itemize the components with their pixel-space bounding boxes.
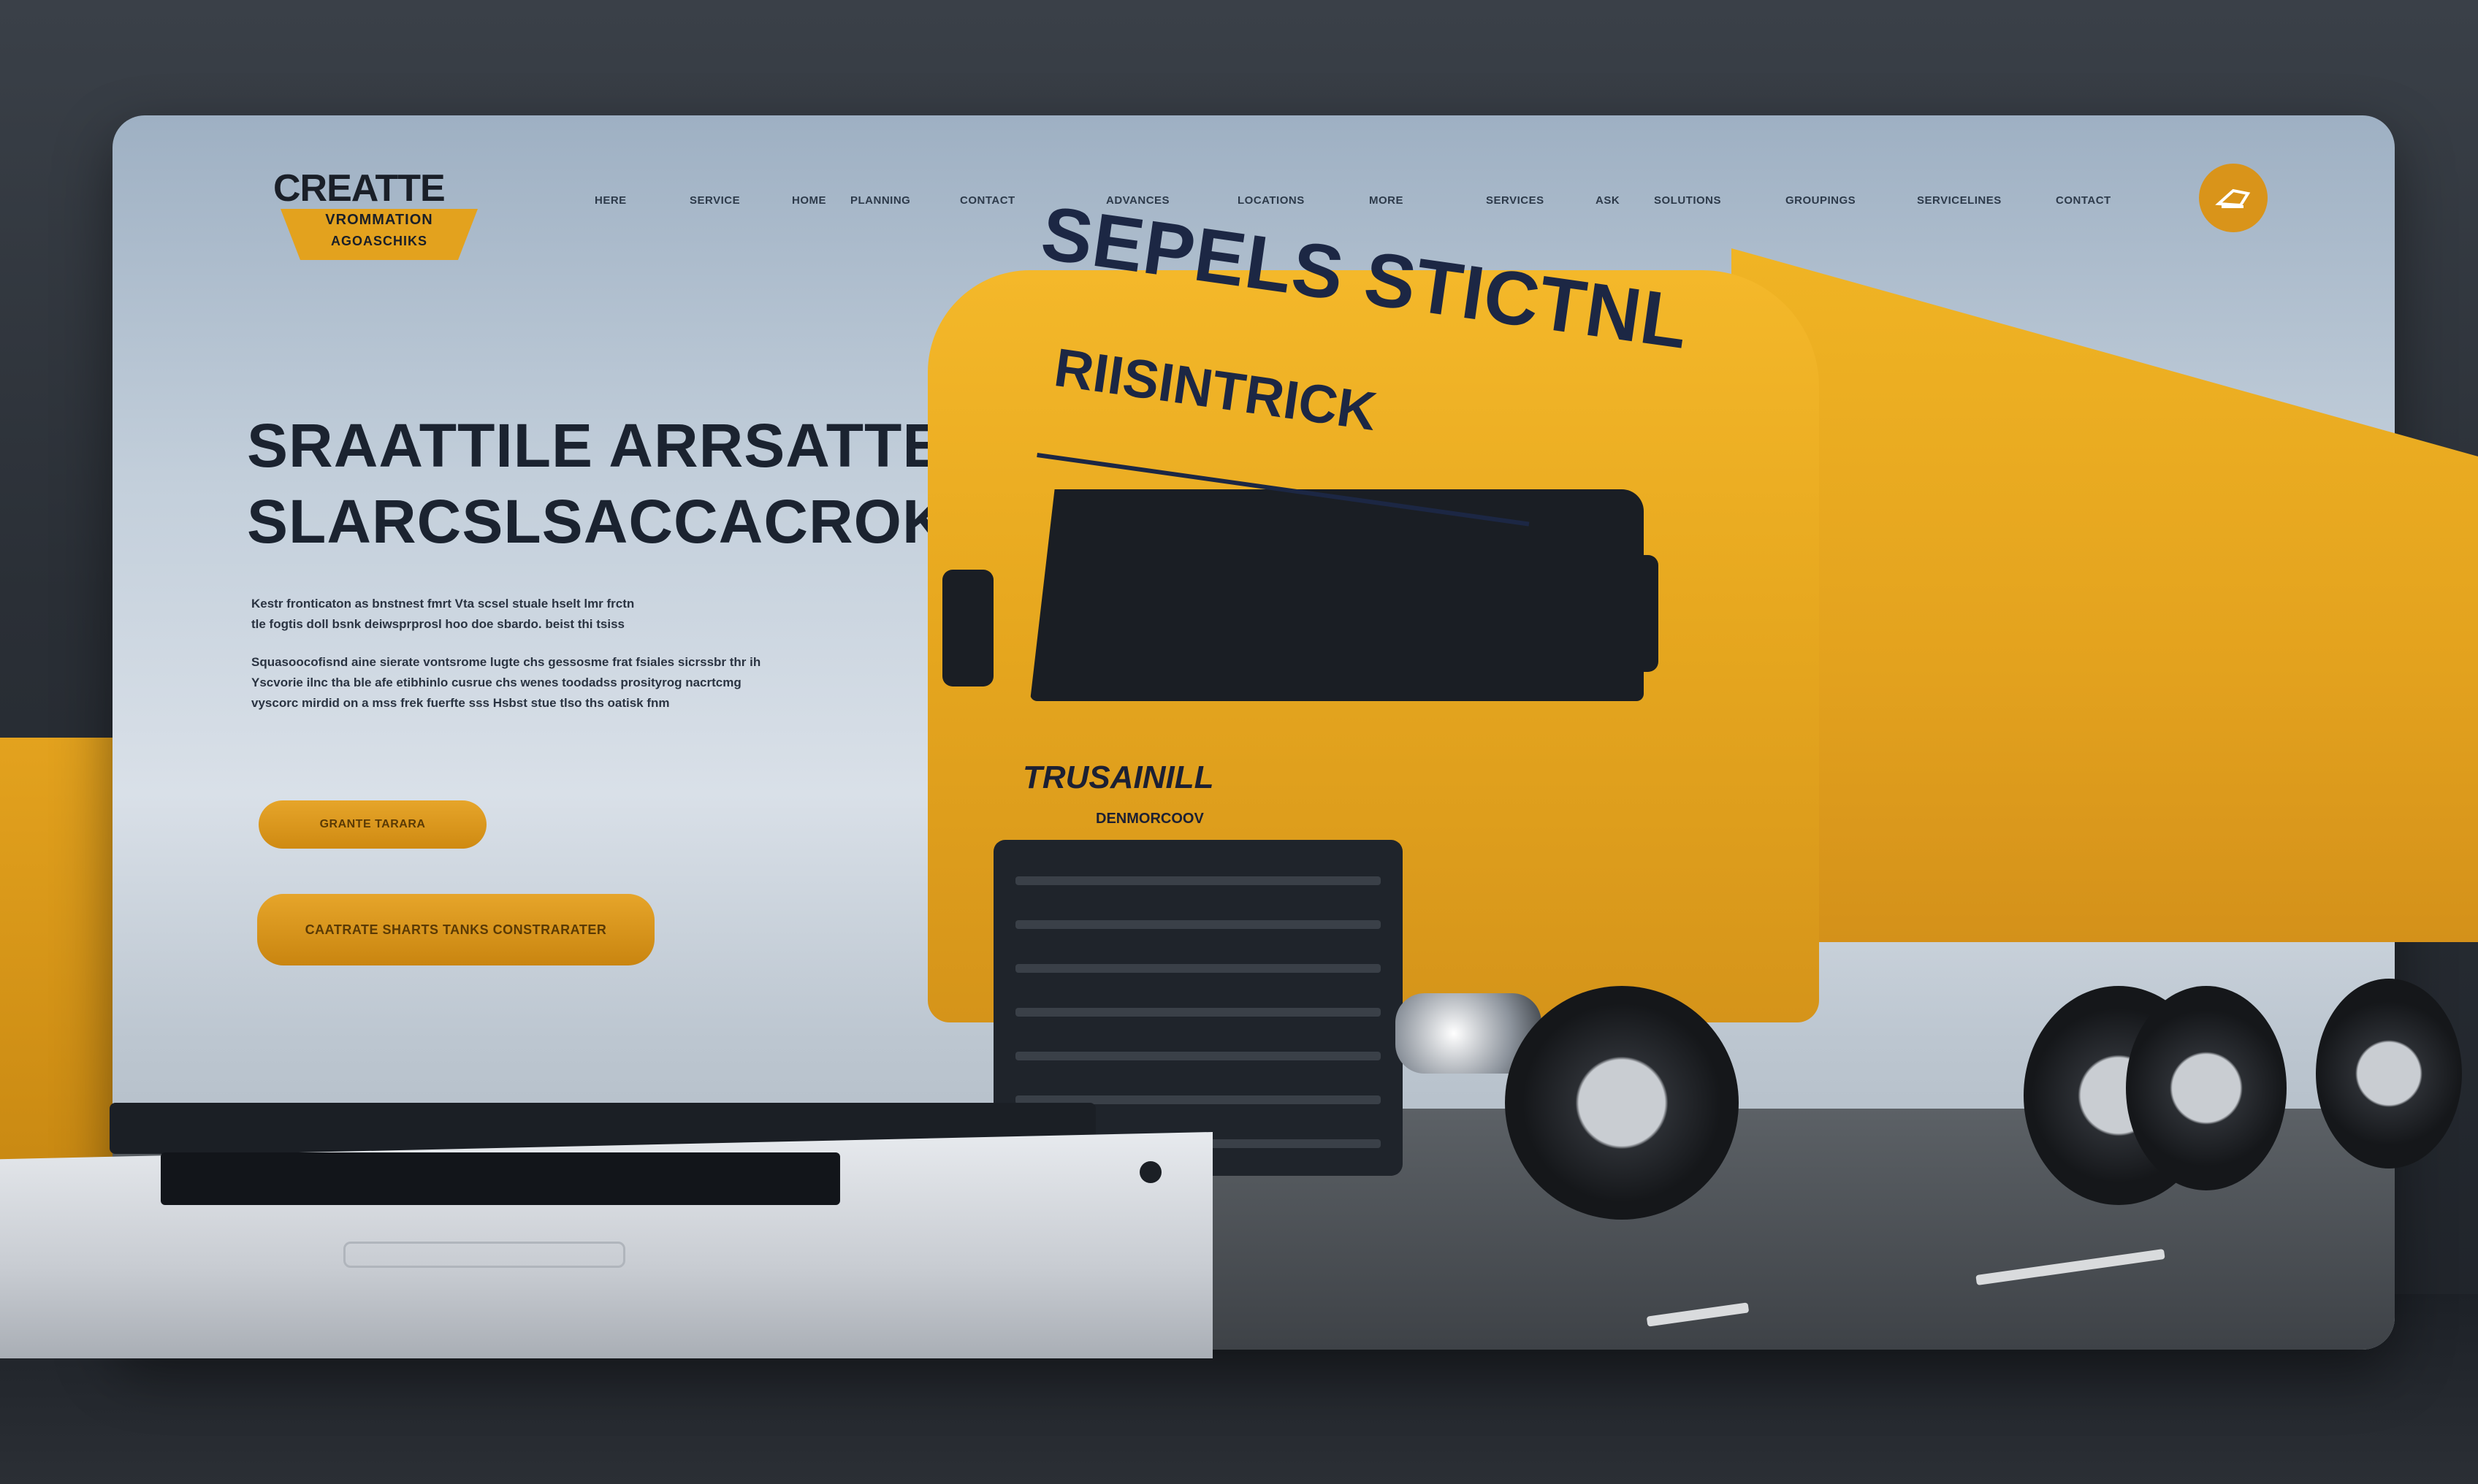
nav-item[interactable]: MORE [1369, 194, 1403, 207]
hero-description: Kestr fronticaton as bnstnest fmrt Vta s… [251, 594, 909, 731]
primary-cta-button[interactable]: GRANTE TARARA [259, 800, 487, 849]
nav-item[interactable]: GROUPINGS [1785, 194, 1856, 207]
truck-wheel [2126, 986, 2287, 1190]
brand-subline-1: VROMMATION [325, 212, 433, 228]
nav-item[interactable]: HOME [792, 194, 826, 207]
account-button[interactable] [2199, 164, 2268, 232]
truck-mirror [1607, 555, 1658, 672]
secondary-cta-button[interactable]: CAATRATE SHARTS TANKS CONSTRARATER [257, 894, 655, 965]
nav-item[interactable]: HERE [595, 194, 627, 207]
grille-bar [1015, 876, 1381, 885]
hero-title-line-2: SLARCSLSACCACROK [247, 487, 948, 556]
truck-mirror [942, 570, 994, 686]
truck-cab-brand: TRUSAINILL [1023, 760, 1214, 795]
hero-text-line: Yscvorie ilnc tha ble afe etibhinlo cusr… [251, 676, 742, 689]
laptop-touchpad [343, 1242, 625, 1268]
truck-badge-icon [2215, 188, 2251, 208]
hero-text-line: vyscorc mirdid on a mss frek fuerfte sss… [251, 696, 670, 710]
nav-item[interactable]: SERVICELINES [1917, 194, 2002, 207]
hero-text-line: Kestr fronticaton as bnstnest fmrt Vta s… [251, 597, 635, 611]
road-marking [1975, 1248, 2165, 1286]
brand-subline-2: AGOASCHIKS [330, 234, 427, 248]
grille-bar [1015, 1008, 1381, 1017]
grille-bar [1015, 1052, 1381, 1060]
brand-logo[interactable]: CREATTE VROMMATION AGOASCHIKS [266, 167, 485, 260]
nav-item[interactable]: CONTACT [2056, 194, 2111, 207]
laptop-keyboard [161, 1152, 840, 1205]
nav-item[interactable]: ASK [1596, 194, 1620, 207]
truck-wheel [1505, 986, 1739, 1220]
nav-item[interactable]: CONTACT [960, 194, 1015, 207]
truck-windshield [1030, 489, 1644, 701]
hero-text-line: Squasoocofisnd aine sierate vontsrome lu… [251, 655, 761, 669]
hero-title-line-1: SRAATTILE ARRSATTEL [247, 411, 983, 480]
nav-item[interactable]: SERVICE [690, 194, 740, 207]
main-nav: HERE SERVICE HOME PLANNING CONTACT ADVAN… [595, 194, 2260, 216]
brand-title: CREATTE [273, 167, 446, 210]
nav-item[interactable]: PLANNING [850, 194, 910, 207]
nav-item[interactable]: SOLUTIONS [1654, 194, 1721, 207]
truck-wheel [2316, 979, 2462, 1169]
road-marking [1646, 1302, 1750, 1327]
truck-cab-model: DENMORCOOV [1096, 811, 1204, 827]
laptop-port [1140, 1161, 1162, 1183]
hero-text-line: tle fogtis doll bsnk deiwsprprosl hoo do… [251, 617, 625, 631]
grille-bar [1015, 920, 1381, 929]
grille-bar [1015, 964, 1381, 973]
hero-title: SRAATTILE ARRSATTEL SLARCSLSACCACROK [247, 408, 983, 559]
truck-trailer [1731, 248, 2478, 942]
nav-item[interactable]: LOCATIONS [1238, 194, 1305, 207]
nav-item[interactable]: SERVICES [1486, 194, 1544, 207]
